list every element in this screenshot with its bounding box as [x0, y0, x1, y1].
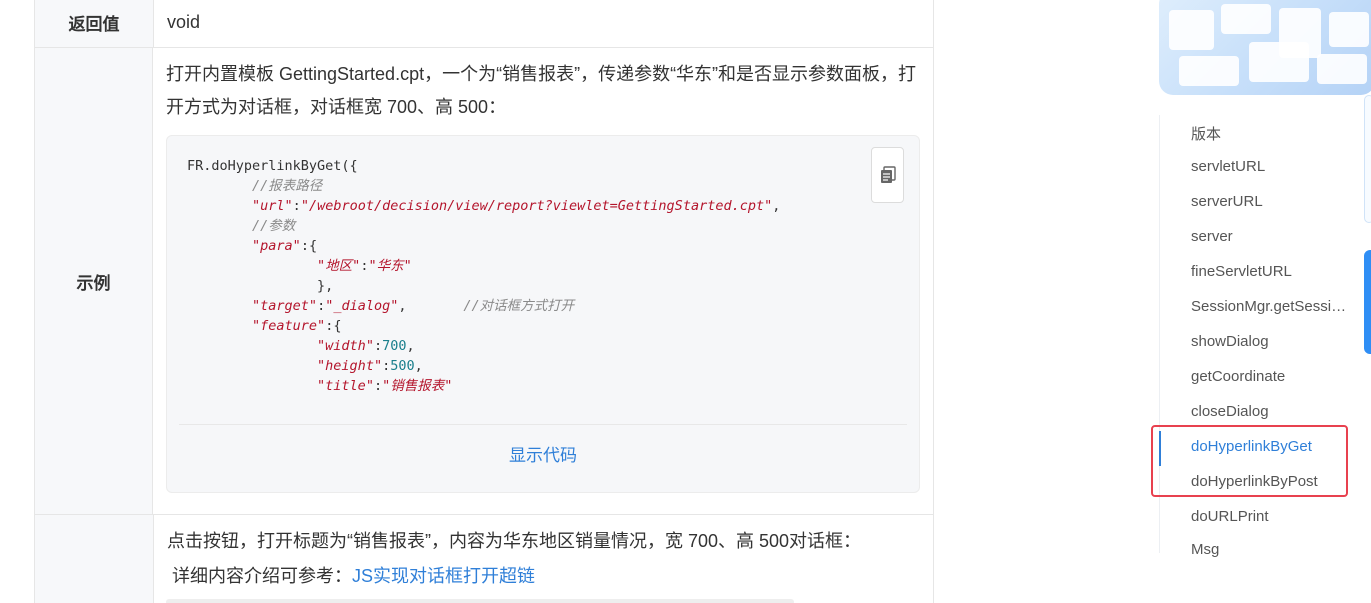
next-code-block	[166, 599, 794, 603]
return-value: void	[167, 12, 201, 32]
reference-link[interactable]: JS实现对话框打开超链	[352, 566, 535, 586]
highlight-box	[1151, 425, 1348, 497]
code-block: FR.doHyperlinkByGet({ //报表路径 "url":"/web…	[166, 135, 920, 493]
example-row: 示例 打开内置模板 GettingStarted.cpt，一个为“销售报表”，传…	[35, 48, 933, 515]
side-feedback-tab[interactable]	[1364, 250, 1371, 354]
copy-button[interactable]	[871, 147, 904, 203]
promo-thumbnail[interactable]	[1159, 0, 1371, 95]
toc-item-msg[interactable]: Msg	[1191, 541, 1351, 558]
toc-item-fineservleturl[interactable]: fineServletURL	[1191, 263, 1351, 280]
toc-item-version[interactable]: 版本	[1191, 123, 1351, 144]
code-divider	[179, 424, 907, 425]
return-label: 返回值	[35, 0, 154, 47]
code-text: FR.doHyperlinkByGet({ //报表路径 "url":"/web…	[187, 158, 781, 394]
toc-item-servleturl[interactable]: servletURL	[1191, 158, 1351, 175]
return-row: 返回值 void	[35, 0, 933, 48]
copy-icon	[880, 166, 896, 183]
example-row-2: 点击按钮，打开标题为“销售报表”，内容为华东地区销量情况，宽 700、高 500…	[35, 515, 933, 603]
doc-table: 返回值 void 示例 打开内置模板 GettingStarted.cpt，一个…	[34, 0, 934, 603]
toc-item-serverurl[interactable]: serverURL	[1191, 193, 1351, 210]
toc-item-closedialog[interactable]: closeDialog	[1191, 403, 1351, 420]
next-description: 点击按钮，打开标题为“销售报表”，内容为华东地区销量情况，宽 700、高 500…	[167, 531, 862, 551]
toc-item-dourlprint[interactable]: doURLPrint	[1191, 508, 1351, 525]
toc-item-sessionmgr[interactable]: SessionMgr.getSessi…	[1191, 298, 1351, 315]
show-code-button[interactable]: 显示代码	[167, 441, 919, 466]
toc-item-getcoordinate[interactable]: getCoordinate	[1191, 368, 1351, 385]
reference-prefix: 详细内容介绍可参考：	[172, 566, 353, 586]
empty-label	[35, 515, 154, 603]
reference-line: 详细内容介绍可参考：JS实现对话框打开超链	[167, 559, 920, 594]
toc-item-server[interactable]: server	[1191, 228, 1351, 245]
side-panel-edge[interactable]	[1364, 95, 1371, 223]
toc-item-showdialog[interactable]: showDialog	[1191, 333, 1351, 350]
example-description: 打开内置模板 GettingStarted.cpt，一个为“销售报表”，传递参数…	[166, 64, 917, 117]
example-label: 示例	[35, 48, 153, 514]
